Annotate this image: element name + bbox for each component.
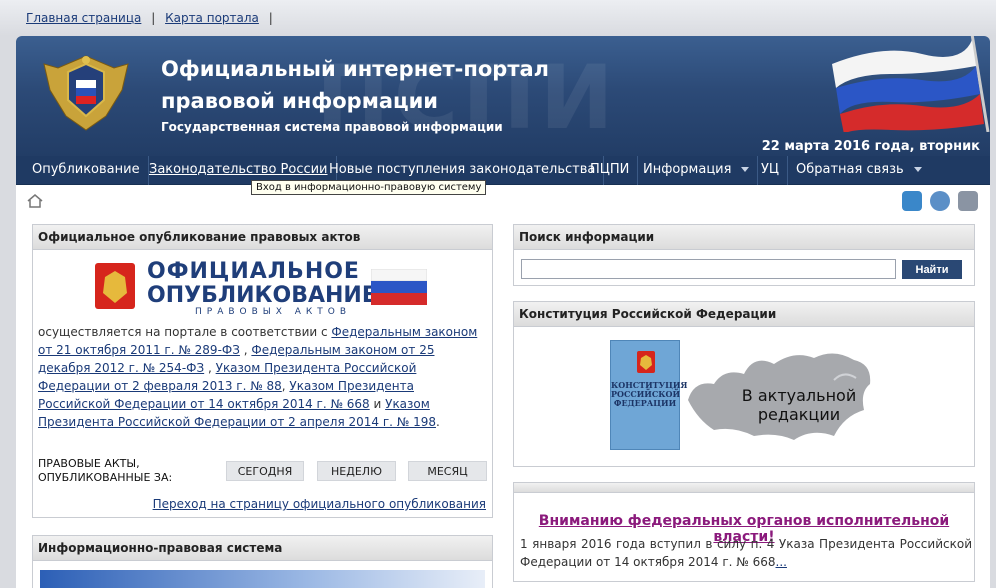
- top-bar: Главная страница | Карта портала |: [0, 0, 996, 36]
- constitution-actual-edition[interactable]: В актуальной редакции: [714, 386, 884, 424]
- constitution-book-image[interactable]: КОНСТИТУЦИЯ РОССИЙСКОЙ ФЕДЕРАЦИИ: [610, 340, 688, 450]
- official-publication-panel: Официальное опубликование правовых актов…: [32, 224, 493, 518]
- separator: |: [151, 11, 156, 25]
- nav-information-label: Информация: [643, 162, 732, 177]
- notice-text: 1 января 2016 года вступил в силу п. 4 У…: [520, 535, 972, 571]
- nav-feedback-label: Обратная связь: [796, 162, 904, 177]
- text-sep: и: [369, 397, 386, 411]
- month-button[interactable]: МЕСЯЦ: [408, 461, 487, 481]
- home-link[interactable]: Главная страница: [26, 11, 141, 25]
- twitter-icon[interactable]: [902, 191, 923, 211]
- coat-of-arms-icon: [637, 351, 655, 373]
- nav-tooltip: Вход в информационно-правовую систему: [251, 180, 487, 195]
- official-publication-page-link[interactable]: Переход на страницу официального опублик…: [153, 497, 486, 511]
- official-publication-logo[interactable]: ОФИЦИАЛЬНОЕ ОПУБЛИКОВАНИЕ ПРАВОВЫХ АКТОВ: [95, 255, 431, 317]
- week-button[interactable]: НЕДЕЛЮ: [317, 461, 396, 481]
- today-button[interactable]: СЕГОДНЯ: [226, 461, 304, 481]
- current-date: 22 марта 2016 года, вторник: [761, 139, 980, 154]
- notice-body: 1 января 2016 года вступил в силу п. 4 У…: [520, 537, 972, 569]
- print-icon[interactable]: [958, 191, 978, 211]
- system-banner-image[interactable]: [40, 570, 485, 588]
- const-line-1: В актуальной: [741, 386, 857, 405]
- const-line-2: редакции: [757, 405, 841, 424]
- search-panel-header: Поиск информации: [514, 225, 974, 250]
- nav-pcpi[interactable]: ПЦПИ: [582, 156, 639, 185]
- constitution-panel: Конституция Российской Федерации КОНСТИТ…: [513, 301, 975, 467]
- text-sep: ,: [204, 361, 216, 375]
- russian-flag-icon: [832, 36, 990, 132]
- official-panel-header: Официальное опубликование правовых актов: [33, 225, 492, 250]
- legal-system-panel: Информационно-правовая система: [32, 535, 493, 588]
- site-banner: ПСПИ Официальный интернет-портал правово…: [16, 36, 990, 156]
- toolbar: [16, 185, 990, 217]
- portal-subtitle: Государственная система правовой информа…: [161, 120, 503, 134]
- home-icon[interactable]: [27, 194, 43, 208]
- search-input[interactable]: [521, 259, 896, 279]
- constitution-panel-header: Конституция Российской Федерации: [514, 302, 974, 327]
- book-title: КОНСТИТУЦИЯ РОССИЙСКОЙ ФЕДЕРАЦИИ: [611, 380, 688, 408]
- search-button[interactable]: Найти: [902, 260, 962, 279]
- nav-information[interactable]: Информация: [635, 156, 759, 185]
- fso-emblem-icon[interactable]: [38, 50, 134, 134]
- logo-line-2: ОПУБЛИКОВАНИЕ: [147, 283, 377, 308]
- acts-label-line-2: ОПУБЛИКОВАННЫЕ ЗА:: [38, 471, 173, 484]
- official-description: осуществляется на портале в соответствии…: [38, 323, 490, 431]
- sitemap-link[interactable]: Карта портала: [165, 11, 259, 25]
- coat-of-arms-icon: [95, 263, 135, 309]
- acts-label-line-1: ПРАВОВЫЕ АКТЫ,: [38, 457, 140, 470]
- logo-line-1: ОФИЦИАЛЬНОЕ: [147, 259, 360, 284]
- content-area: Официальное опубликование правовых актов…: [16, 217, 990, 588]
- logo-line-3: ПРАВОВЫХ АКТОВ: [195, 307, 352, 317]
- chevron-down-icon: [741, 167, 750, 172]
- text-sep: ,: [239, 343, 252, 357]
- notice-panel-header: [514, 483, 974, 493]
- help-icon[interactable]: [930, 191, 951, 211]
- flag-icon: [371, 269, 427, 305]
- text-end: .: [436, 415, 440, 429]
- toolbar-actions: [898, 191, 978, 211]
- intro-text: осуществляется на портале в соответствии…: [38, 325, 332, 339]
- system-panel-header: Информационно-правовая система: [33, 536, 492, 561]
- separator: |: [268, 11, 273, 25]
- acts-published-label: ПРАВОВЫЕ АКТЫ, ОПУБЛИКОВАННЫЕ ЗА:: [38, 457, 172, 485]
- main-nav: Опубликование Законодательство России Но…: [16, 156, 990, 185]
- nav-publication[interactable]: Опубликование: [24, 156, 149, 185]
- top-links: Главная страница | Карта портала |: [26, 11, 279, 25]
- chevron-down-icon: [913, 167, 922, 172]
- nav-uc[interactable]: УЦ: [753, 156, 789, 185]
- portal-title: Официальный интернет-портал правовой инф…: [161, 57, 550, 113]
- nav-feedback[interactable]: Обратная связь: [788, 156, 930, 185]
- search-panel: Поиск информации Найти: [513, 224, 975, 286]
- notice-more-link[interactable]: ...: [776, 555, 787, 569]
- notice-panel: Вниманию федеральных органов исполнитель…: [513, 482, 975, 582]
